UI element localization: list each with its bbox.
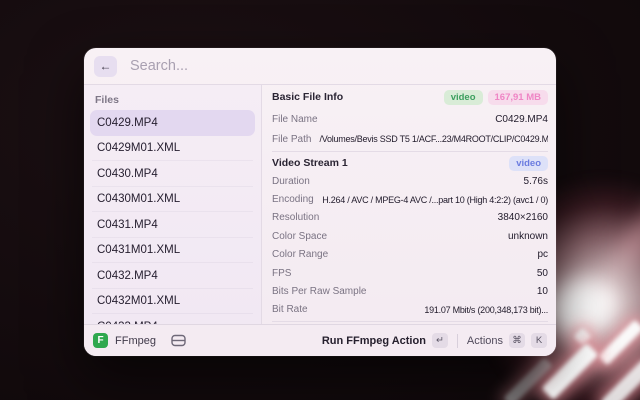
back-arrow-icon: ← xyxy=(100,59,112,73)
actions-button[interactable]: Actions ⌘ K xyxy=(467,333,547,348)
row-label: FPS xyxy=(272,268,291,279)
search-bar: ← xyxy=(84,48,556,85)
file-name: C0432.MP4 xyxy=(97,270,158,282)
metadata-row: Encoding H.264 / AVC / MPEG-4 AVC /...pa… xyxy=(272,190,548,208)
row-label: Bits Per Raw Sample xyxy=(272,286,366,297)
file-name: C0430M01.XML xyxy=(97,193,180,205)
metadata-row: FPS 50 xyxy=(272,264,548,282)
row-value: 191.07 Mbit/s (200,348,173 bit)... xyxy=(316,305,548,315)
footer-divider xyxy=(457,334,458,348)
row-label: File Name xyxy=(272,114,318,125)
file-list-header: Files xyxy=(84,85,261,110)
k-key-icon: K xyxy=(531,333,547,348)
list-item-c0432-mp4[interactable]: C0432.MP4 xyxy=(90,263,255,289)
basic-info-title: Basic File Info xyxy=(272,91,343,103)
file-name: C0432M01.XML xyxy=(97,295,180,307)
list-item-c0431-mp4[interactable]: C0431.MP4 xyxy=(90,212,255,238)
file-name: C0431.MP4 xyxy=(97,219,158,231)
return-key-icon: ↵ xyxy=(432,333,448,348)
list-item-c0429m01-xml[interactable]: C0429M01.XML xyxy=(90,136,255,162)
list-item-c0430-mp4[interactable]: C0430.MP4 xyxy=(90,161,255,187)
search-input[interactable] xyxy=(130,58,546,74)
row-value: 50 xyxy=(299,268,548,279)
file-size-badge: 167,91 MB xyxy=(488,90,548,105)
action-bar: F FFmpeg Run FFmpeg Action ↵ Actions xyxy=(84,324,556,356)
video-type-badge: video xyxy=(444,90,483,105)
metadata-row: Duration 5.76s xyxy=(272,172,548,190)
list-item-c0429-mp4[interactable]: C0429.MP4 xyxy=(90,110,255,136)
metadata-row: File Path /Volumes/Bevis SSD T5 1/ACF...… xyxy=(272,129,548,149)
metadata-row: Bit Rate 191.07 Mbit/s (200,348,173 bit)… xyxy=(272,301,548,319)
row-value: unknown xyxy=(335,231,548,242)
file-name: C0431M01.XML xyxy=(97,244,180,256)
row-label: Resolution xyxy=(272,212,319,223)
section-divider xyxy=(272,321,548,322)
metadata-row: Resolution 3840×2160 xyxy=(272,209,548,227)
command-key-icon: ⌘ xyxy=(509,333,525,348)
video-stream-header-row: Video Stream 1 video xyxy=(272,154,548,172)
file-name: C0429M01.XML xyxy=(97,142,180,154)
row-value: 3840×2160 xyxy=(327,212,548,223)
footer-actions: Run FFmpeg Action ↵ Actions ⌘ K xyxy=(322,333,547,348)
row-label: Color Range xyxy=(272,249,328,260)
video-stream-badge: video xyxy=(509,156,548,171)
metadata-row: Color Space unknown xyxy=(272,227,548,245)
launcher-window: ← Files C0429.MP4 C0429M01.XML C0430.MP4… xyxy=(84,48,556,356)
metadata-row: File Name C0429.MP4 xyxy=(272,109,548,129)
row-label: Duration xyxy=(272,176,310,187)
drive-icon xyxy=(171,334,186,347)
screen: ← Files C0429.MP4 C0429M01.XML C0430.MP4… xyxy=(0,0,640,400)
basic-info-header-row: Basic File Info video 167,91 MB xyxy=(272,85,548,109)
video-stream-title: Video Stream 1 xyxy=(272,157,348,169)
file-name: C0433.MP4 xyxy=(97,321,158,324)
row-value: pc xyxy=(336,249,548,260)
ffmpeg-app-icon: F xyxy=(93,333,108,348)
run-action-label: Run FFmpeg Action xyxy=(322,335,426,347)
window-body: Files C0429.MP4 C0429M01.XML C0430.MP4 C… xyxy=(84,85,556,324)
row-value: C0429.MP4 xyxy=(326,114,548,125)
file-name: C0429.MP4 xyxy=(97,117,158,129)
row-value: 5.76s xyxy=(318,176,548,187)
back-button[interactable]: ← xyxy=(94,56,117,77)
list-item-c0431m01-xml[interactable]: C0431M01.XML xyxy=(90,238,255,264)
list-item-c0432m01-xml[interactable]: C0432M01.XML xyxy=(90,289,255,315)
file-name: C0430.MP4 xyxy=(97,168,158,180)
row-label: Bit Rate xyxy=(272,304,308,315)
app-chip: F FFmpeg xyxy=(93,333,186,348)
actions-label: Actions xyxy=(467,335,503,347)
list-item-c0430m01-xml[interactable]: C0430M01.XML xyxy=(90,187,255,213)
list-item-c0433-mp4[interactable]: C0433.MP4 xyxy=(90,314,255,324)
metadata-row: Color Range pc xyxy=(272,246,548,264)
file-detail-panel: Basic File Info video 167,91 MB File Nam… xyxy=(262,85,556,324)
section-divider xyxy=(272,151,548,152)
metadata-row: Bits Per Raw Sample 10 xyxy=(272,282,548,300)
row-label: Encoding xyxy=(272,194,314,205)
row-label: Color Space xyxy=(272,231,327,242)
app-name: FFmpeg xyxy=(115,335,156,347)
row-value: /Volumes/Bevis SSD T5 1/ACF...23/M4ROOT/… xyxy=(319,134,548,144)
file-list-panel: Files C0429.MP4 C0429M01.XML C0430.MP4 C… xyxy=(84,85,262,324)
run-ffmpeg-action-button[interactable]: Run FFmpeg Action ↵ xyxy=(322,333,448,348)
row-label: File Path xyxy=(272,134,311,145)
row-value: H.264 / AVC / MPEG-4 AVC /...part 10 (Hi… xyxy=(322,195,548,205)
row-value: 10 xyxy=(374,286,548,297)
